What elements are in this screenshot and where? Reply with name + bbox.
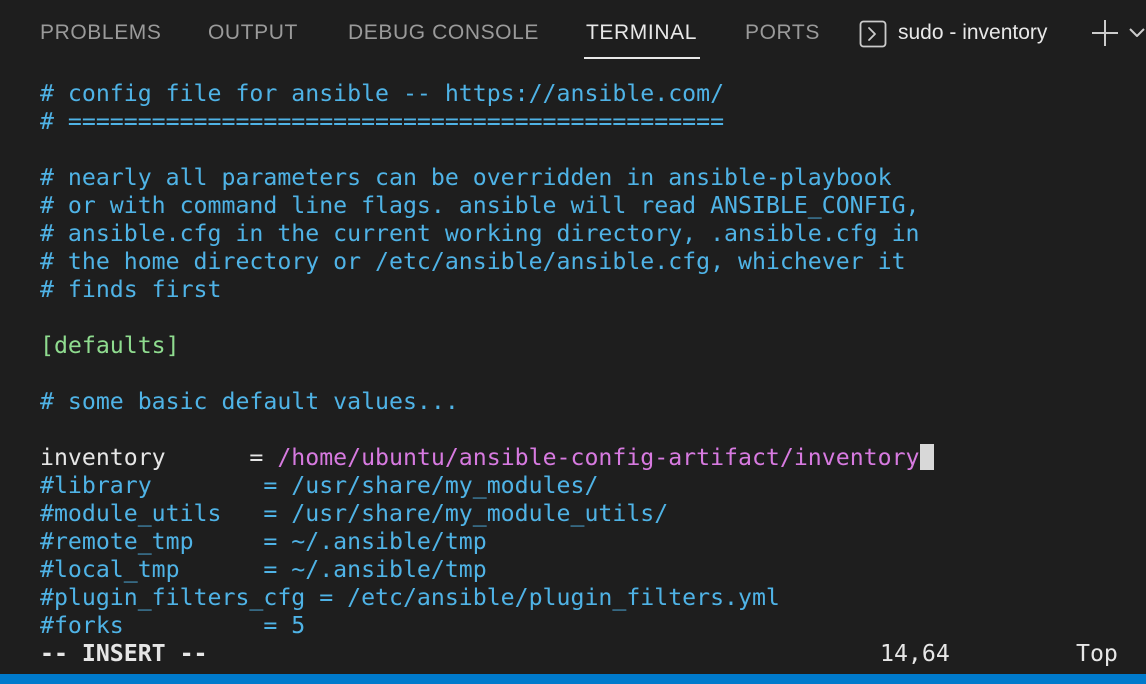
buffer-line-empty bbox=[40, 304, 934, 332]
chevron-down-icon bbox=[1128, 28, 1146, 46]
tab-problems[interactable]: PROBLEMS bbox=[40, 20, 162, 46]
buffer-line: #library = /usr/share/my_modules/ bbox=[40, 472, 599, 499]
buffer-line: #plugin_filters_cfg = /etc/ansible/plugi… bbox=[40, 584, 780, 611]
text-cursor bbox=[919, 444, 934, 470]
tab-ports[interactable]: PORTS bbox=[745, 20, 820, 46]
terminal-instance-selector[interactable]: sudo - inventory bbox=[859, 17, 1047, 49]
buffer-line-inventory: inventory = /home/ubuntu/ansible-config-… bbox=[40, 444, 934, 472]
buffer-line: #local_tmp = ~/.ansible/tmp bbox=[40, 556, 487, 583]
buffer-line: # ansible.cfg in the current working dir… bbox=[40, 220, 920, 247]
buffer-line-section: [defaults] bbox=[40, 332, 180, 359]
vim-buffer: # config file for ansible -- https://ans… bbox=[40, 80, 934, 640]
buffer-line: # some basic default values... bbox=[40, 388, 459, 415]
new-terminal-button[interactable] bbox=[1090, 18, 1120, 48]
cursor-position: 14,64 bbox=[880, 640, 950, 667]
buffer-line: # the home directory or /etc/ansible/ans… bbox=[40, 248, 906, 275]
vim-status-line: -- INSERT -- 14,64 Top bbox=[40, 640, 1120, 668]
status-bar bbox=[0, 674, 1146, 684]
tab-output[interactable]: OUTPUT bbox=[208, 20, 298, 46]
config-equals: = bbox=[249, 444, 278, 471]
terminal-dropdown-button[interactable] bbox=[1128, 24, 1146, 42]
buffer-line: #forks = 5 bbox=[40, 612, 306, 639]
buffer-line: # nearly all parameters can be overridde… bbox=[40, 164, 892, 191]
buffer-line-empty bbox=[40, 136, 934, 164]
active-tab-indicator bbox=[584, 57, 700, 59]
buffer-line: # finds first bbox=[40, 276, 222, 303]
buffer-line-empty bbox=[40, 360, 934, 388]
config-key: inventory bbox=[40, 444, 250, 471]
buffer-line: # config file for ansible -- https://ans… bbox=[40, 80, 725, 107]
vim-mode-indicator: -- INSERT -- bbox=[40, 640, 208, 667]
terminal-icon bbox=[859, 20, 887, 48]
panel-tab-bar: PROBLEMS OUTPUT DEBUG CONSOLE TERMINAL P… bbox=[0, 0, 1146, 68]
buffer-line: # ======================================… bbox=[40, 108, 725, 135]
buffer-line: # or with command line flags. ansible wi… bbox=[40, 192, 920, 219]
terminal-output[interactable]: # config file for ansible -- https://ans… bbox=[0, 68, 1146, 674]
tab-terminal[interactable]: TERMINAL bbox=[586, 20, 697, 46]
buffer-line-empty bbox=[40, 416, 934, 444]
config-value: /home/ubuntu/ansible-config-artifact/inv… bbox=[277, 444, 920, 471]
buffer-line: #module_utils = /usr/share/my_module_uti… bbox=[40, 500, 669, 527]
plus-icon bbox=[1090, 20, 1120, 52]
tab-debug-console[interactable]: DEBUG CONSOLE bbox=[348, 20, 539, 46]
terminal-instance-label: sudo - inventory bbox=[898, 21, 1048, 44]
buffer-line: #remote_tmp = ~/.ansible/tmp bbox=[40, 528, 487, 555]
terminal-panel: PROBLEMS OUTPUT DEBUG CONSOLE TERMINAL P… bbox=[0, 0, 1146, 684]
scroll-position: Top bbox=[1076, 640, 1118, 667]
